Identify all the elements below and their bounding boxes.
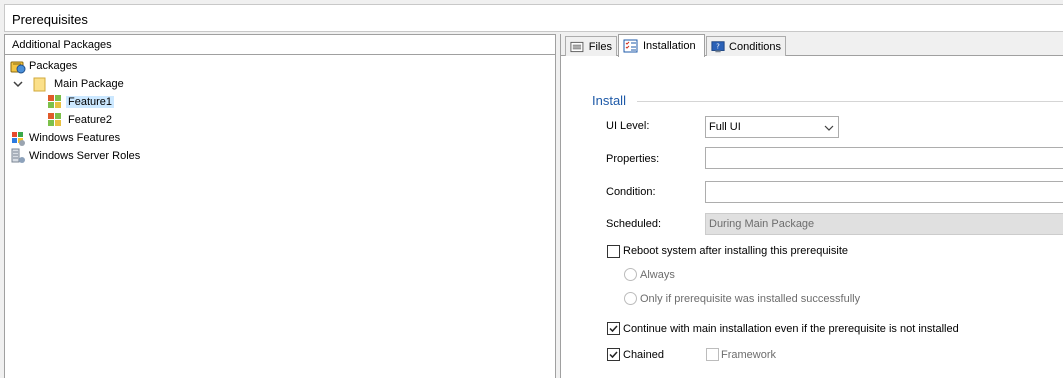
- install-group-title: Install: [592, 93, 626, 108]
- tab-files-label: Files: [588, 40, 612, 53]
- files-icon: [570, 41, 584, 52]
- tree-item-windows-features[interactable]: Windows Features: [10, 129, 120, 147]
- panel-header-label: Additional Packages: [12, 39, 112, 51]
- prerequisites-titlebar: Prerequisites: [4, 4, 1063, 32]
- tab-installation-label: Installation: [643, 40, 696, 52]
- only-if-radio: [624, 292, 637, 305]
- tab-conditions-label: Conditions: [729, 40, 781, 53]
- tree-label-windows-features: Windows Features: [29, 132, 121, 144]
- tab-strip: Files Installation ? Conditions: [561, 34, 1063, 57]
- always-label: Always: [640, 269, 675, 281]
- ui-level-label: UI Level:: [606, 120, 650, 132]
- tab-conditions[interactable]: ? Conditions: [706, 36, 786, 56]
- scheduled-field: During Main Package: [705, 213, 1063, 235]
- tree-label-windows-server-roles: Windows Server Roles: [29, 150, 141, 162]
- windows-features-icon: [12, 132, 25, 146]
- tree-item-main-package[interactable]: Main Package: [13, 75, 124, 93]
- chevron-down-icon: [824, 125, 834, 131]
- window-title: Prerequisites: [12, 12, 88, 27]
- scheduled-value: During Main Package: [709, 218, 815, 230]
- chained-checkbox[interactable]: [607, 348, 620, 361]
- ui-level-select[interactable]: Full UI: [705, 116, 839, 138]
- additional-packages-panel: Additional Packages Packages Main Packag…: [4, 34, 556, 378]
- condition-field[interactable]: [705, 181, 1063, 203]
- condition-label: Condition:: [606, 186, 656, 198]
- folder-icon: [33, 77, 46, 92]
- tree-item-windows-server-roles[interactable]: Windows Server Roles: [10, 147, 140, 165]
- tree-item-feature1[interactable]: Feature1: [47, 93, 115, 111]
- tree-item-feature2[interactable]: Feature2: [47, 111, 114, 129]
- svg-text:?: ?: [716, 42, 720, 50]
- chevron-down-icon[interactable]: [13, 79, 23, 89]
- tree-item-packages[interactable]: Packages: [10, 57, 77, 75]
- checkmark-icon: [609, 351, 618, 359]
- tree-label-packages: Packages: [29, 60, 78, 72]
- tree-label-feature2: Feature2: [68, 114, 113, 126]
- group-divider: [637, 101, 1063, 102]
- panel-header: Additional Packages: [5, 35, 555, 55]
- checkmark-icon: [609, 325, 618, 333]
- always-radio: [624, 268, 637, 281]
- feature-icon: [48, 95, 61, 108]
- conditions-icon: ?: [711, 40, 725, 52]
- feature-icon: [48, 113, 61, 126]
- checklist-icon: [623, 39, 638, 53]
- properties-panel: Files Installation ? Conditions Install …: [560, 34, 1063, 378]
- tree-label-main-package: Main Package: [54, 78, 124, 90]
- server-roles-icon: [11, 148, 25, 163]
- ui-level-value: Full UI: [709, 121, 741, 133]
- continue-label: Continue with main installation even if …: [623, 323, 959, 335]
- tab-installation[interactable]: Installation: [618, 34, 705, 57]
- tree-label-feature1: Feature1: [66, 96, 115, 108]
- continue-checkbox[interactable]: [607, 322, 620, 335]
- tab-files[interactable]: Files: [565, 36, 617, 56]
- reboot-checkbox[interactable]: [607, 245, 620, 258]
- properties-label: Properties:: [606, 153, 660, 165]
- properties-field[interactable]: [705, 147, 1063, 169]
- only-if-label: Only if prerequisite was installed succe…: [640, 293, 861, 305]
- package-icon: [10, 61, 26, 74]
- scheduled-label: Scheduled:: [606, 218, 662, 230]
- framework-checkbox: [706, 348, 719, 361]
- reboot-label: Reboot system after installing this prer…: [623, 245, 848, 257]
- chained-label: Chained: [623, 349, 664, 361]
- framework-label: Framework: [721, 349, 777, 361]
